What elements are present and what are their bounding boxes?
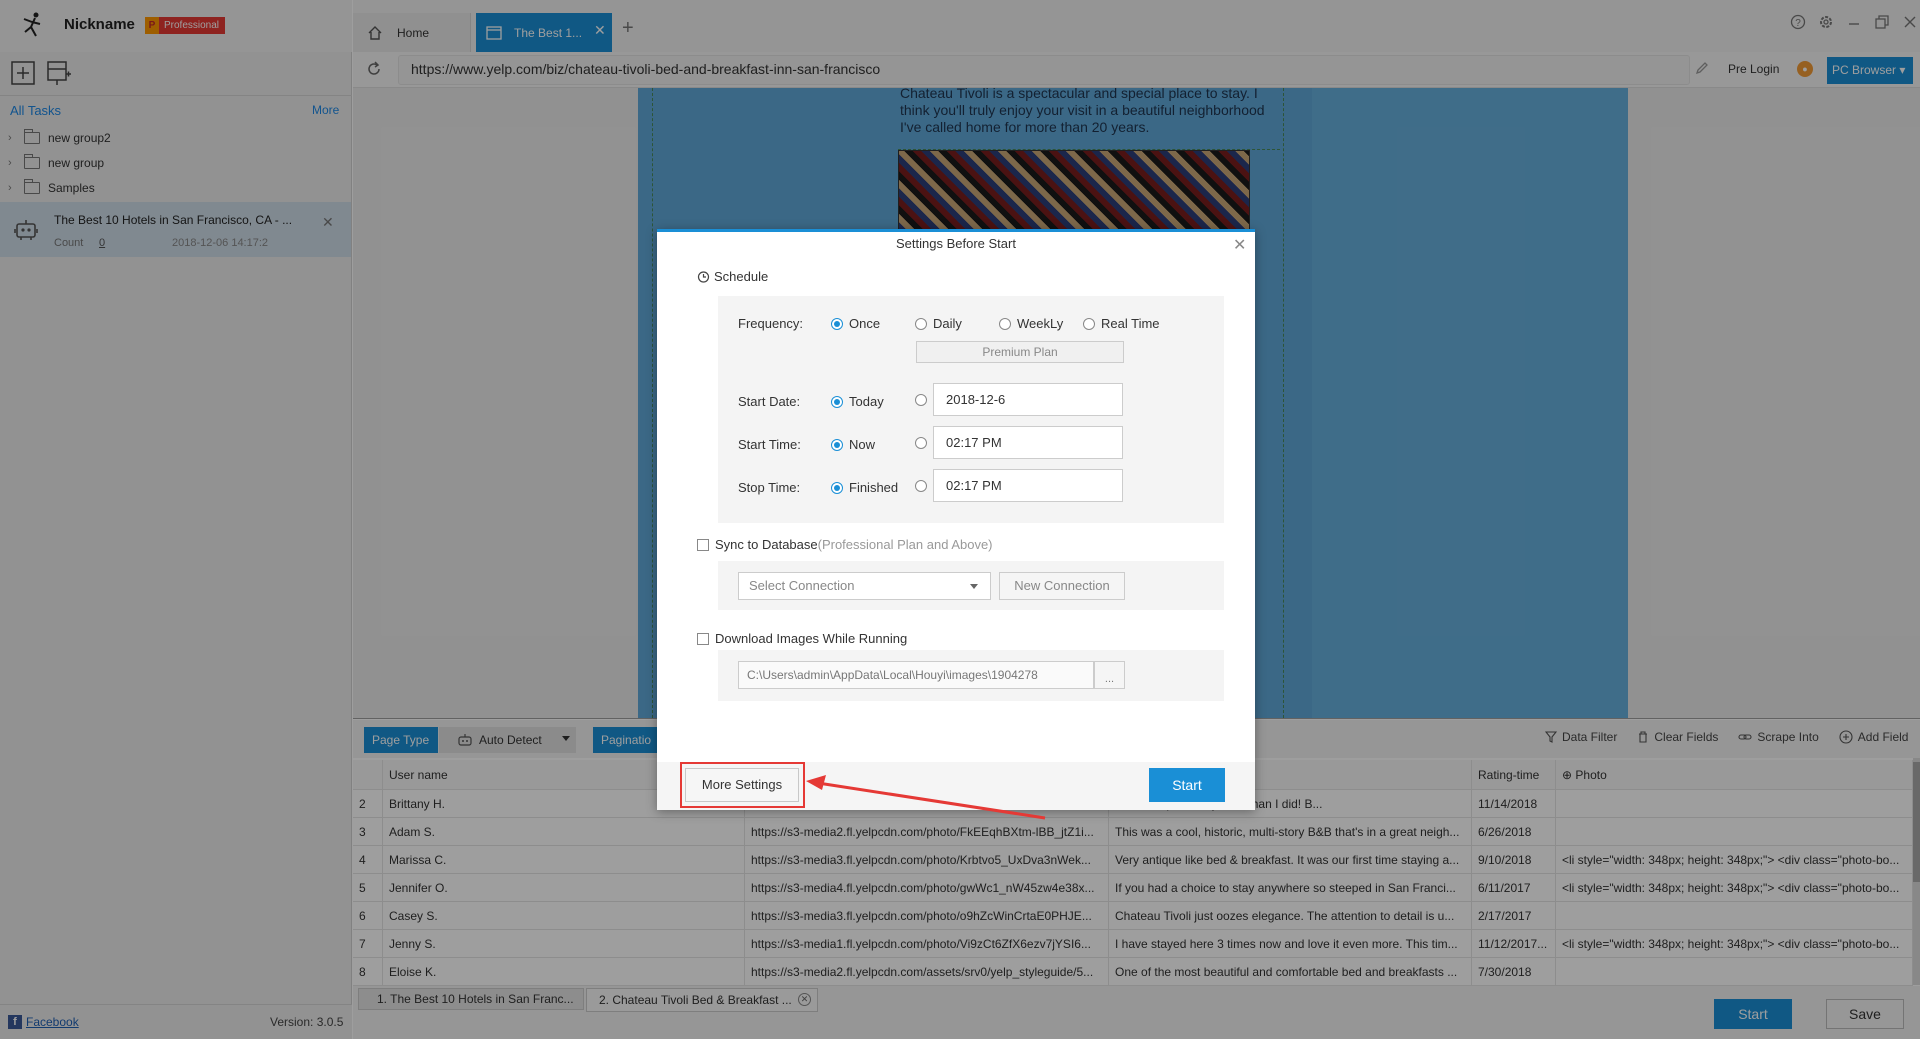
frequency-daily-radio[interactable]: Daily [915,316,962,331]
radio-icon [915,317,927,330]
start-time-label: Start Time: [738,437,801,452]
checkbox-icon [697,538,709,551]
sync-database-checkbox[interactable]: Sync to Database (Professional Plan and A… [697,537,993,552]
start-date-field[interactable]: 2018-12-6 [933,383,1123,416]
radio-label: Daily [933,316,962,331]
radio-label: Today [849,394,884,409]
radio-icon [915,437,927,449]
checkbox-icon [697,632,709,645]
stop-time-finished-radio[interactable]: Finished [831,480,898,495]
radio-label: Now [849,437,876,452]
radio-icon [915,394,927,406]
annotation-arrow [800,770,1060,820]
radio-label: WeekLy [1017,316,1064,331]
premium-plan-button[interactable]: Premium Plan [916,341,1124,363]
stop-time-field[interactable]: 02:17 PM [933,469,1123,502]
start-time-field[interactable]: 02:17 PM [933,426,1123,459]
stop-time-label: Stop Time: [738,480,801,495]
start-date-custom-radio[interactable] [915,394,927,406]
radio-icon [1083,317,1095,330]
dialog-start-button[interactable]: Start [1149,768,1225,802]
download-label: Download Images While Running [715,631,908,646]
dialog-title: Settings Before Start [896,236,1016,251]
radio-label: Real Time [1101,316,1160,331]
highlight-box [680,762,805,808]
radio-label: Finished [849,480,899,495]
radio-label: Once [849,316,881,331]
radio-icon [915,480,927,492]
radio-selected-icon [831,395,843,408]
new-connection-button[interactable]: New Connection [999,572,1125,600]
schedule-section-label: Schedule [697,269,768,284]
start-date-label: Start Date: [738,394,801,409]
stop-time-custom-radio[interactable] [915,480,927,492]
schedule-label: Schedule [714,269,769,284]
download-path-input[interactable]: C:\Users\admin\AppData\Local\Houyi\image… [738,661,1094,689]
start-date-today-radio[interactable]: Today [831,394,884,409]
start-time-custom-radio[interactable] [915,437,927,449]
radio-selected-icon [831,317,843,330]
close-icon[interactable]: ✕ [1233,235,1246,255]
start-time-now-radio[interactable]: Now [831,437,875,452]
sync-note: (Professional Plan and Above) [817,537,993,552]
select-connection-dropdown[interactable]: Select Connection [738,572,991,600]
browse-button[interactable]: ... [1094,661,1125,689]
chevron-down-icon [970,584,978,589]
frequency-once-radio[interactable]: Once [831,316,880,331]
download-images-checkbox[interactable]: Download Images While Running [697,631,907,646]
alarm-clock-icon [697,271,710,283]
frequency-realtime-radio[interactable]: Real Time [1083,316,1160,331]
radio-icon [999,317,1011,330]
frequency-weekly-radio[interactable]: WeekLy [999,316,1063,331]
frequency-label: Frequency: [738,316,804,331]
sync-label: Sync to Database [715,537,818,552]
radio-selected-icon [831,438,843,451]
radio-selected-icon [831,481,843,494]
